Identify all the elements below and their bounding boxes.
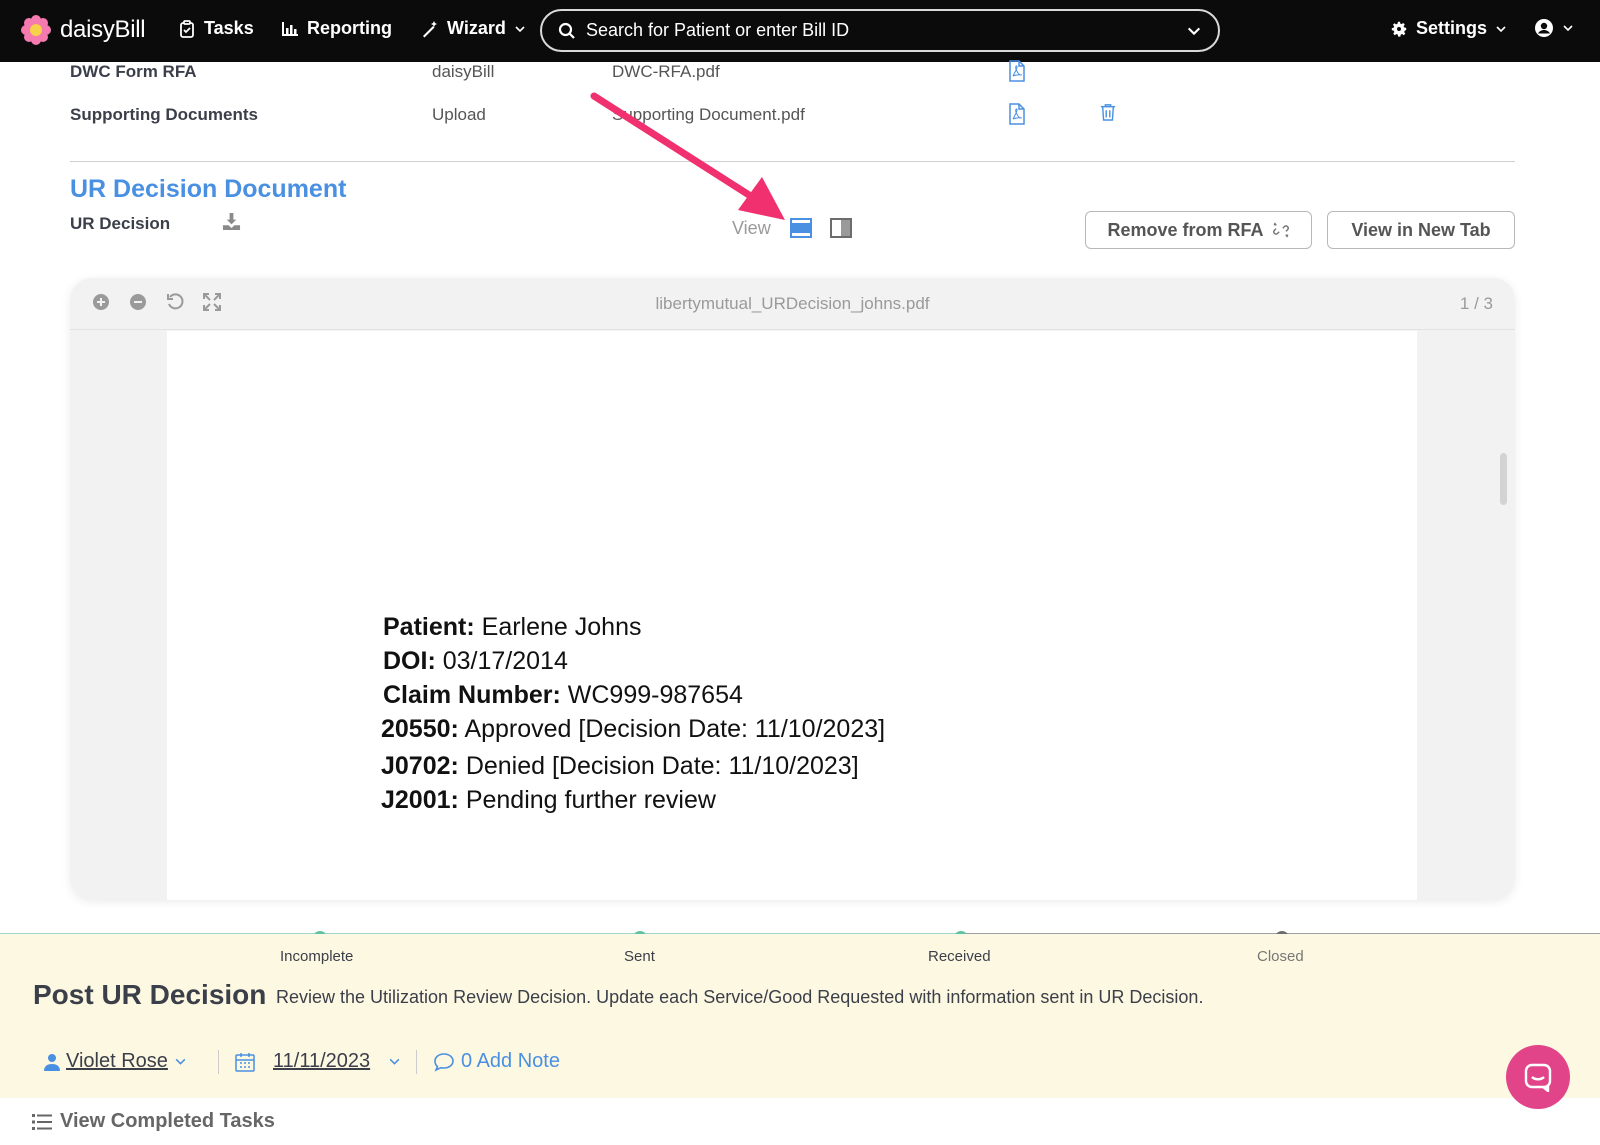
nav-wizard[interactable]: Wizard [421, 18, 526, 39]
daisy-logo-icon [21, 15, 51, 45]
viewer-scrollbar[interactable] [1500, 453, 1507, 505]
trash-icon[interactable] [1100, 103, 1116, 126]
brand-name: daisyBill [60, 16, 146, 43]
add-note-link[interactable]: 0 Add Note [433, 1050, 560, 1073]
gear-icon [1391, 21, 1407, 37]
top-nav: daisyBill Tasks Reporting Wizard Setting… [0, 0, 1600, 62]
patient-search[interactable] [540, 9, 1220, 52]
unlink-icon [1272, 222, 1289, 238]
chevron-down-icon [175, 1058, 186, 1065]
nav-reporting[interactable]: Reporting [281, 18, 392, 39]
pdf-file-icon[interactable] [1008, 103, 1026, 130]
view-completed-tasks-link[interactable]: View Completed Tasks [32, 1110, 275, 1133]
attachment-source: Upload [432, 105, 486, 124]
comment-icon [434, 1052, 454, 1072]
task-panel [0, 934, 1600, 1098]
user-icon [44, 1053, 60, 1071]
page-count: 1 / 3 [1459, 294, 1493, 313]
annotation-arrow-icon [590, 92, 785, 220]
pdf-file-icon[interactable] [1008, 60, 1026, 87]
attachment-name: Supporting Documents [70, 105, 258, 124]
calendar-icon [235, 1052, 255, 1072]
divider [416, 1050, 417, 1074]
bar-chart-icon [282, 21, 298, 36]
search-input[interactable] [586, 20, 1186, 41]
pdf-file-name: libertymutual_URDecision_johns.pdf [655, 294, 930, 313]
nav-tasks[interactable]: Tasks [178, 18, 254, 39]
view-in-new-tab-button[interactable]: View in New Tab [1327, 211, 1515, 249]
assignee-select[interactable]: Violet Rose [44, 1050, 187, 1073]
remove-from-rfa-button[interactable]: Remove from RFA [1085, 211, 1312, 249]
chevron-down-icon [389, 1058, 400, 1065]
chevron-down-icon [515, 25, 525, 32]
doc-line: DOI: 03/17/2014 [383, 647, 568, 675]
brand-logo[interactable]: daisyBill [20, 14, 146, 46]
step-label: Incomplete [280, 948, 354, 965]
chevron-down-icon[interactable] [1186, 23, 1202, 39]
doc-line: 20550: Approved [Decision Date: 11/10/20… [381, 715, 886, 743]
task-title: Post UR Decision [33, 979, 267, 1010]
divider [218, 1050, 219, 1074]
chat-launcher-button[interactable] [1506, 1045, 1570, 1109]
view-split-icon[interactable] [830, 218, 852, 243]
list-icon [32, 1113, 52, 1130]
clipboard-check-icon [180, 19, 194, 38]
viewer-toolbar: libertymutual_URDecision_johns.pdf 1 / 3 [70, 278, 1515, 330]
doc-line: Patient: Earlene Johns [383, 613, 642, 641]
attachment-name: DWC Form RFA [70, 62, 197, 81]
attachment-source: daisyBill [432, 62, 495, 81]
user-menu[interactable] [1534, 18, 1574, 38]
step-label: Closed [1257, 948, 1304, 965]
chat-icon [1524, 1063, 1552, 1092]
pdf-page: Patient: Earlene Johns DOI: 03/17/2014 C… [167, 331, 1417, 900]
chevron-down-icon [1563, 25, 1573, 32]
ur-decision-label: UR Decision [70, 214, 171, 233]
download-icon[interactable] [222, 212, 241, 236]
section-title: UR Decision Document [70, 175, 347, 203]
doc-line: J0702: Denied [Decision Date: 11/10/2023… [381, 752, 859, 780]
nav-settings[interactable]: Settings [1390, 18, 1507, 39]
due-date-picker[interactable]: 11/11/2023 [235, 1050, 401, 1073]
magic-wand-icon [423, 20, 437, 37]
doc-line: J2001: Pending further review [381, 786, 716, 814]
user-circle-icon [1535, 19, 1553, 37]
attachment-row: DWC Form RFA daisyBill DWC-RFA.pdf [70, 60, 1520, 92]
search-icon [558, 22, 575, 39]
task-description: Review the Utilization Review Decision. … [276, 987, 1204, 1007]
step-label: Received [928, 948, 991, 965]
step-label: Sent [624, 948, 655, 965]
doc-line: Claim Number: WC999-987654 [383, 681, 743, 709]
chevron-down-icon [1496, 25, 1506, 32]
attachment-file[interactable]: DWC-RFA.pdf [612, 62, 720, 82]
pdf-viewer: libertymutual_URDecision_johns.pdf 1 / 3… [70, 278, 1515, 900]
